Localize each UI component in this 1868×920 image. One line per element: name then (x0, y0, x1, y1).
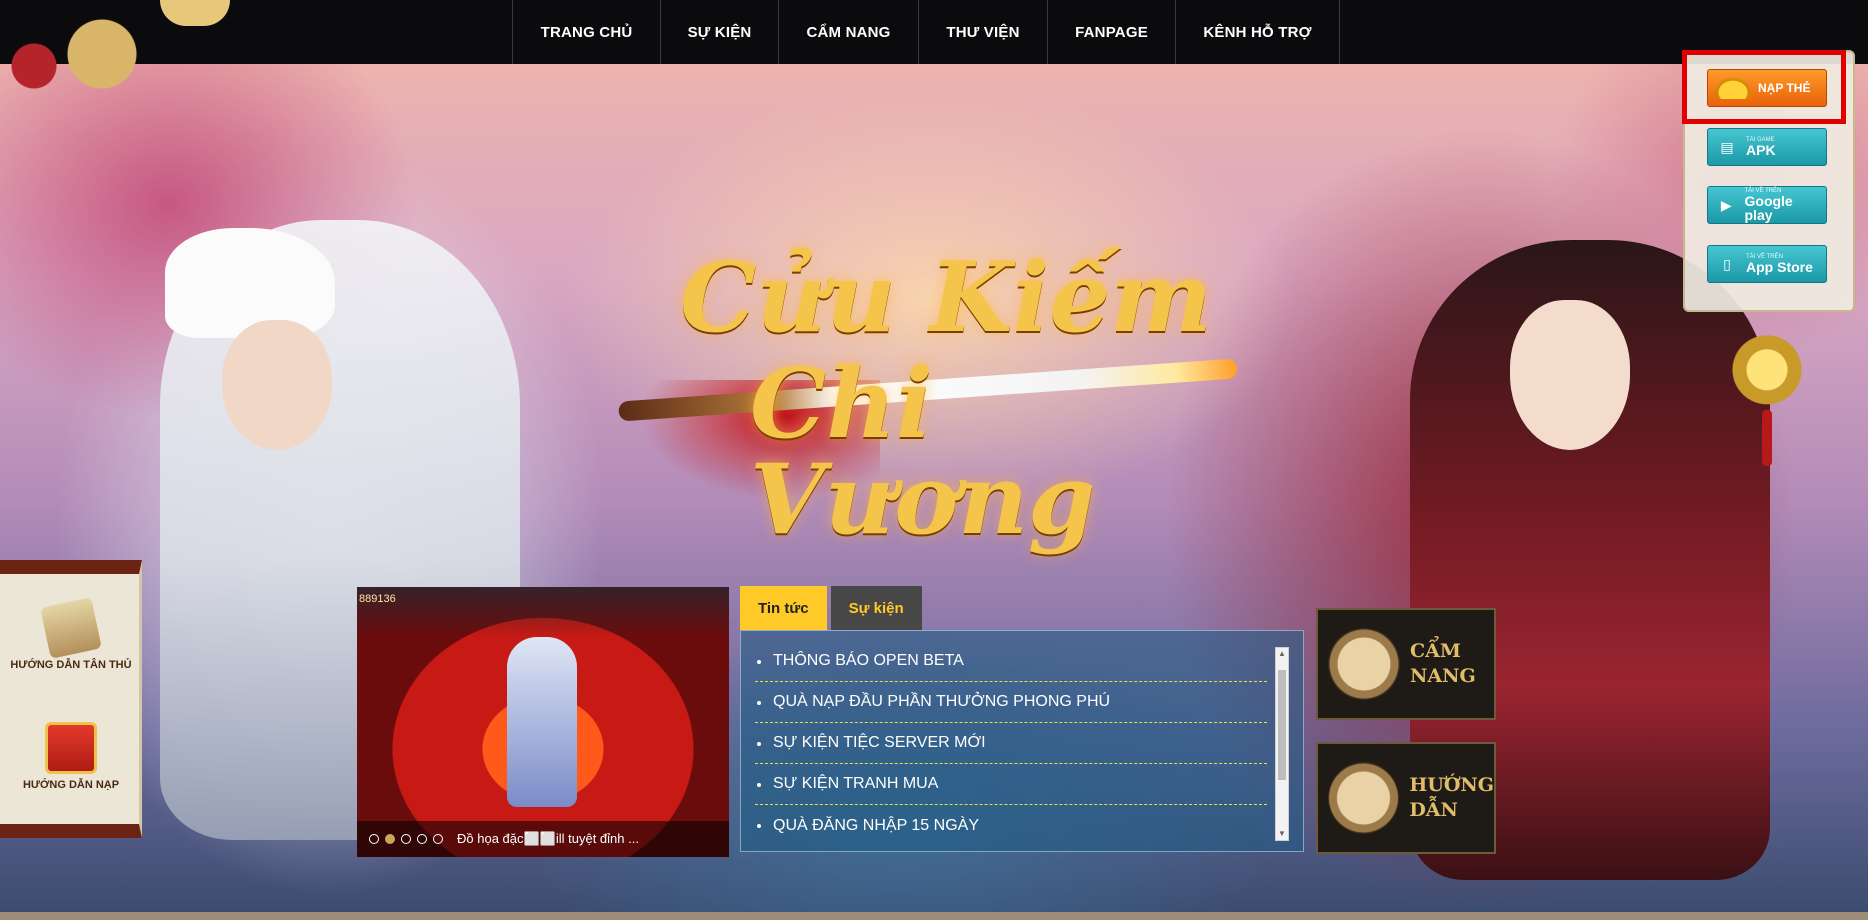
google-play-icon: ▶ (1720, 196, 1732, 213)
apple-big-label: App Store (1746, 259, 1813, 275)
hero-left-hat (165, 228, 335, 338)
bottom-strip (0, 912, 1868, 920)
main-menu: TRANG CHỦ SỰ KIỆN CẨM NANG THƯ VIỆN FANP… (512, 0, 1340, 64)
gift-box-icon (45, 722, 97, 774)
slider-caption-bar: Đồ họa đặc⬜⬜ill tuyệt đỉnh ... (357, 821, 729, 857)
guide-deposit-label: HƯỚNG DẪN NẠP (22, 779, 120, 791)
mask-icon (1328, 762, 1400, 834)
top-navbar: TRANG CHỦ SỰ KIỆN CẨM NANG THƯ VIỆN FANP… (0, 0, 1868, 120)
scroll-down-icon[interactable]: ▼ (1276, 828, 1288, 840)
nav-item-fanpage[interactable]: FANPAGE (1048, 0, 1176, 64)
news-item[interactable]: QUÀ NẠP ĐẦU PHẦN THƯỞNG PHONG PHÚ (755, 682, 1267, 723)
slider-dot-4[interactable] (417, 834, 427, 844)
guide-deposit-link[interactable]: HƯỚNG DẪN NẠP (10, 722, 132, 793)
google-play-button[interactable]: ▶ TẢI VỀ TRÊN Google play (1707, 186, 1827, 224)
news-list: THÔNG BÁO OPEN BETA QUÀ NẠP ĐẦU PHẦN THƯ… (755, 641, 1267, 846)
news-scrollbar[interactable]: ▲ ▼ (1275, 647, 1289, 841)
hero-left-face (222, 320, 332, 450)
slider-caption: Đồ họa đặc⬜⬜ill tuyệt đỉnh ... (457, 831, 639, 846)
nav-item-trang-chu[interactable]: TRANG CHỦ (513, 0, 661, 64)
news-item[interactable]: SỰ KIỆN TIỆC SERVER MỚI (755, 723, 1267, 764)
apk-download-button[interactable]: ▤ TẢI GAME APK (1707, 128, 1827, 166)
guide-scroll: HƯỚNG DẪN TÂN THỦ HƯỚNG DẪN NẠP (0, 560, 142, 838)
logo-title: Cửu Kiếm Chi Vương (680, 250, 1240, 548)
scroll-icon (40, 597, 102, 659)
phone-icon: ▯ (1723, 255, 1731, 272)
slider-dot-5[interactable] (433, 834, 443, 844)
nav-item-cam-nang[interactable]: CẨM NANG (779, 0, 919, 64)
hero-right-face (1510, 300, 1630, 450)
news-item[interactable]: THÔNG BÁO OPEN BETA (755, 641, 1267, 682)
tab-tin-tuc[interactable]: Tin tức (740, 586, 827, 630)
scrollbar-thumb[interactable] (1278, 670, 1286, 780)
huong-dan-line1: HƯỚNG (1409, 774, 1494, 797)
guide-newbie-label: HƯỚNG DẪN TÂN THỦ (10, 659, 132, 671)
nav-item-su-kien[interactable]: SỰ KIỆN (661, 0, 779, 64)
slider-dot-3[interactable] (401, 834, 411, 844)
game-logo: Cửu Kiếm Chi Vương (600, 230, 1300, 548)
lantern-icon[interactable] (1731, 332, 1803, 416)
slider-dot-1[interactable] (369, 834, 379, 844)
huong-dan-line2: DẪN (1409, 799, 1458, 821)
apk-small-label: TẢI GAME (1746, 137, 1775, 143)
cloud-ornament-icon (0, 0, 170, 120)
scroll-book-icon (1328, 628, 1400, 700)
apk-file-icon: ▤ (1720, 138, 1734, 155)
tab-su-kien[interactable]: Sự kiện (830, 586, 922, 630)
news-item[interactable]: SỰ KIỆN TRANH MUA (755, 764, 1267, 805)
logo-line-2: Chi Vương (750, 347, 1096, 556)
apk-big-label: APK (1746, 142, 1776, 158)
logo-line-1: Cửu Kiếm (680, 241, 1212, 354)
apple-small-label: TẢI VỀ TRÊN (1746, 254, 1783, 260)
cam-nang-line2: NANG (1410, 665, 1476, 687)
scroll-up-icon[interactable]: ▲ (1276, 648, 1288, 660)
nav-item-kenh-ho-tro[interactable]: KÊNH HỖ TRỢ (1176, 0, 1340, 64)
lantern-tassel (1762, 410, 1772, 466)
huong-dan-tile[interactable]: HƯỚNG DẪN (1316, 742, 1496, 854)
news-item[interactable]: QUÀ ĐĂNG NHẬP 15 NGÀY (755, 805, 1267, 846)
app-store-button[interactable]: ▯ TẢI VỀ TRÊN App Store (1707, 245, 1827, 283)
google-big-label: Google play (1744, 193, 1793, 223)
slider-dot-2[interactable] (385, 834, 395, 844)
gameplay-slider[interactable]: 889136 Đồ họa đặc⬜⬜ill tuyệt đỉnh ... (357, 587, 729, 857)
hud-score: 889136 (359, 593, 396, 605)
highlight-box (1682, 50, 1846, 124)
nav-item-thu-vien[interactable]: THƯ VIỆN (919, 0, 1048, 64)
news-tabs: Tin tức Sự kiện (740, 586, 922, 630)
cloud-ornament-small-icon (160, 0, 230, 26)
cam-nang-tile[interactable]: CẨM NANG (1316, 608, 1496, 720)
guide-newbie-link[interactable]: HƯỚNG DẪN TÂN THỦ (10, 597, 132, 673)
news-panel: THÔNG BÁO OPEN BETA QUÀ NẠP ĐẦU PHẦN THƯ… (740, 630, 1304, 852)
game-character (507, 637, 577, 807)
cam-nang-line1: CẨM (1410, 640, 1461, 663)
google-small-label: TẢI VỀ TRÊN (1744, 188, 1782, 194)
game-hud (357, 587, 729, 637)
